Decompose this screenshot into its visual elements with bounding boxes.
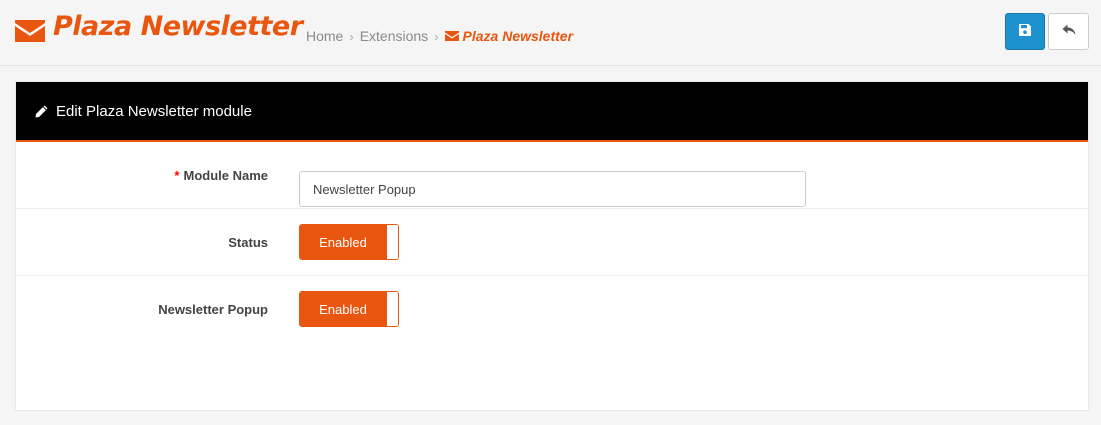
- breadcrumb: Home › Extensions › Plaza Newsletter: [306, 28, 573, 44]
- panel-heading: Edit Plaza Newsletter module: [16, 82, 1088, 142]
- breadcrumb-extensions[interactable]: Extensions: [360, 28, 428, 44]
- page-header: Plaza Newsletter Home › Extensions › Pla…: [0, 0, 1101, 66]
- breadcrumb-current-label: Plaza Newsletter: [462, 28, 574, 44]
- page-title: Plaza Newsletter: [53, 11, 303, 42]
- save-icon: [1019, 23, 1031, 41]
- breadcrumb-current[interactable]: Plaza Newsletter: [444, 28, 574, 44]
- newsletter-popup-toggle-label: Enabled: [300, 292, 386, 326]
- save-button[interactable]: [1005, 13, 1045, 50]
- breadcrumb-separator: ›: [349, 28, 354, 44]
- status-label: Status: [228, 235, 268, 250]
- panel-title: Edit Plaza Newsletter module: [56, 102, 252, 120]
- module-name-label: * Module Name: [174, 142, 268, 209]
- form-row-newsletter-popup: Newsletter Popup Enabled: [16, 276, 1088, 343]
- breadcrumb-home[interactable]: Home: [306, 28, 343, 44]
- required-mark: *: [174, 168, 180, 183]
- breadcrumb-separator: ›: [434, 28, 439, 44]
- module-name-label-text: Module Name: [183, 168, 268, 183]
- toggle-knob: [386, 225, 398, 259]
- pencil-icon: [35, 105, 48, 118]
- form-row-module-name: * Module Name: [16, 142, 1088, 209]
- envelope-icon: [15, 20, 45, 42]
- reply-icon: [1062, 23, 1076, 41]
- status-toggle[interactable]: Enabled: [299, 224, 399, 260]
- toggle-knob: [386, 292, 398, 326]
- newsletter-popup-toggle[interactable]: Enabled: [299, 291, 399, 327]
- edit-module-panel: Edit Plaza Newsletter module * Module Na…: [15, 81, 1089, 411]
- envelope-icon: [444, 31, 459, 41]
- form-row-status: Status Enabled: [16, 209, 1088, 276]
- newsletter-popup-label: Newsletter Popup: [158, 302, 268, 317]
- status-toggle-label: Enabled: [300, 225, 386, 259]
- back-button[interactable]: [1048, 13, 1089, 50]
- module-name-input[interactable]: [299, 171, 806, 207]
